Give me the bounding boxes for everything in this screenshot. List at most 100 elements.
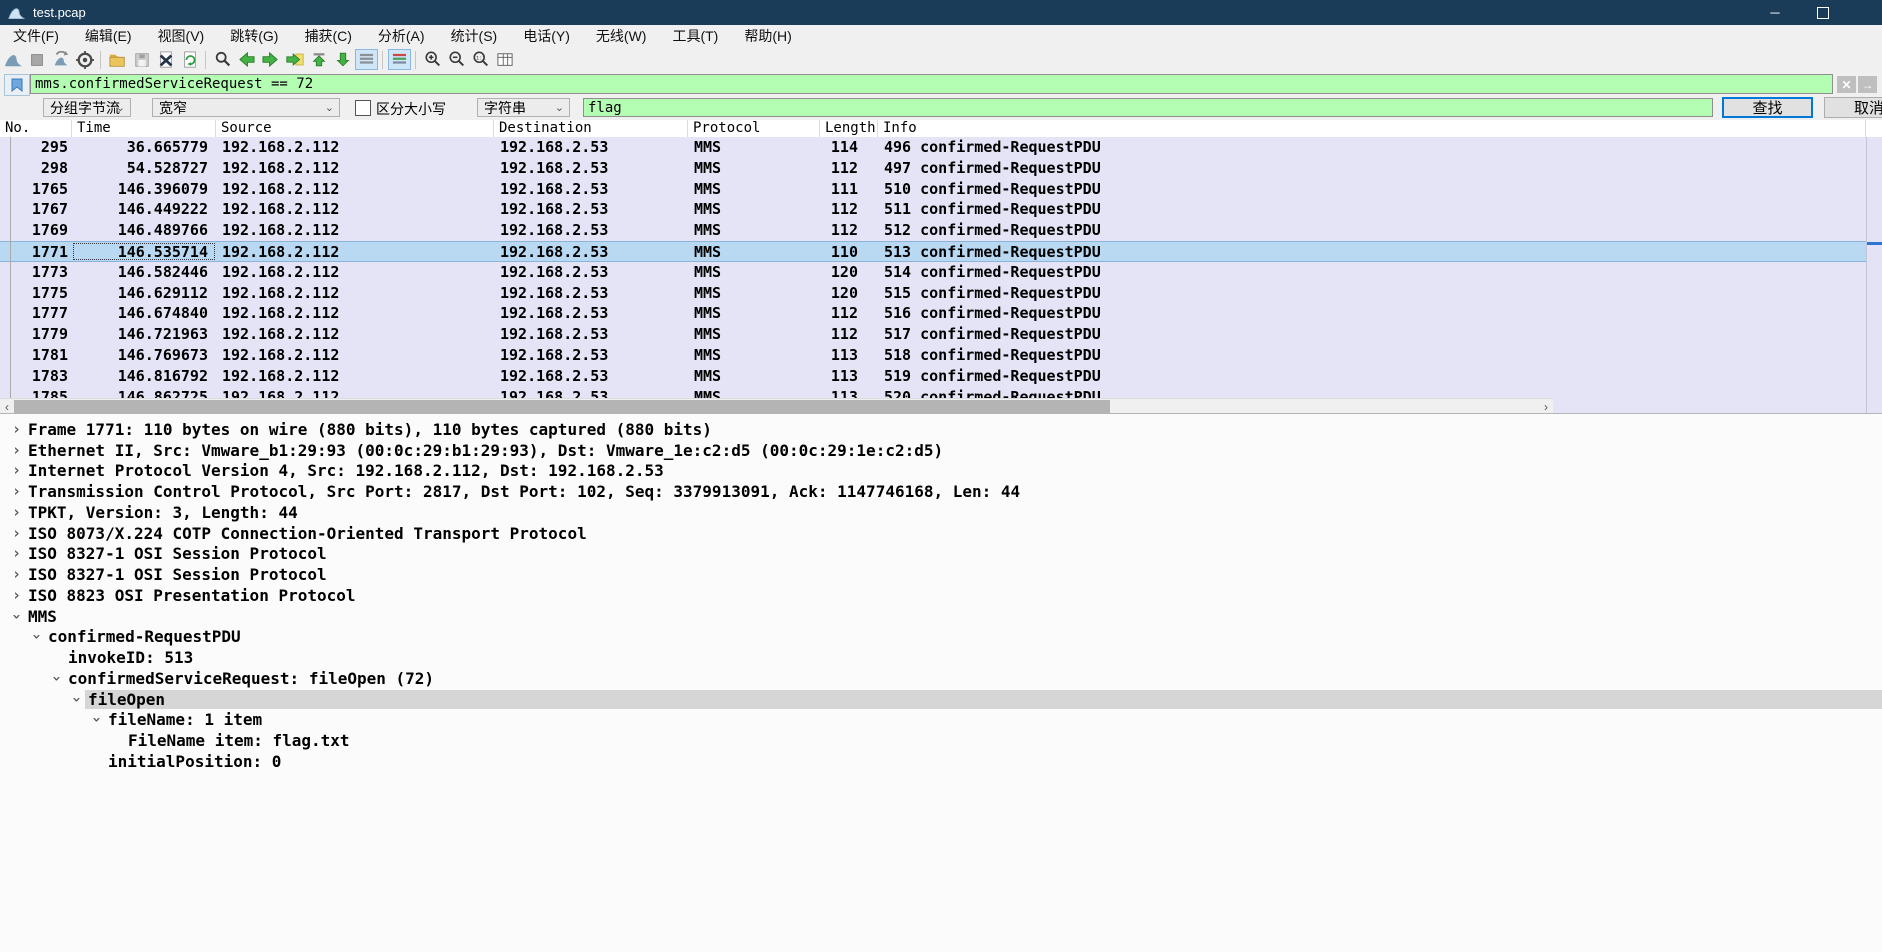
zoom-reset-icon[interactable]: 1:1 [469, 49, 492, 70]
auto-scroll-toggle-icon[interactable] [355, 49, 378, 70]
expander-icon[interactable]: › [8, 526, 25, 541]
table-row[interactable]: 1775 146.629112 192.168.2.112 192.168.2.… [0, 283, 1866, 304]
detail-line[interactable]: › Internet Protocol Version 4, Src: 192.… [0, 461, 1882, 482]
detail-line[interactable]: › fileOpen [0, 689, 1882, 710]
detail-line[interactable]: › TPKT, Version: 3, Length: 44 [0, 502, 1882, 523]
table-row[interactable]: 298 54.528727 192.168.2.112 192.168.2.53… [0, 158, 1866, 179]
scroll-left-icon[interactable]: ‹ [0, 399, 14, 414]
horizontal-scrollbar[interactable]: ‹ › [0, 398, 1553, 414]
menu-item[interactable]: 电话(Y) [510, 24, 583, 48]
expander-icon[interactable]: › [89, 711, 104, 728]
expander-icon[interactable]: › [49, 670, 64, 687]
stop-capture-icon[interactable] [25, 49, 48, 70]
colorize-toggle-icon[interactable] [388, 49, 411, 70]
table-row[interactable]: 1773 146.582446 192.168.2.112 192.168.2.… [0, 262, 1866, 283]
expander-icon[interactable]: › [8, 567, 25, 582]
menu-item[interactable]: 文件(F) [0, 24, 72, 48]
detail-line[interactable]: › fileName: 1 item [0, 710, 1882, 731]
expander-icon[interactable]: › [29, 628, 44, 645]
detail-line[interactable]: › ISO 8073/X.224 COTP Connection-Oriente… [0, 523, 1882, 544]
table-row[interactable]: 1779 146.721963 192.168.2.112 192.168.2.… [0, 324, 1866, 345]
go-next-packet-icon[interactable] [259, 49, 282, 70]
table-row[interactable]: 1769 146.489766 192.168.2.112 192.168.2.… [0, 220, 1866, 241]
column-header[interactable]: Info [878, 120, 1866, 137]
display-filter-input[interactable] [30, 74, 1833, 94]
column-header[interactable]: Destination [494, 120, 688, 137]
search-type-select[interactable]: 字符串⌄ [477, 98, 570, 117]
menu-item[interactable]: 分析(A) [365, 24, 438, 48]
column-header[interactable]: Length [820, 120, 878, 137]
table-row[interactable]: 1785 146.862725 192.168.2.112 192.168.2.… [0, 387, 1866, 398]
resize-columns-icon[interactable] [493, 49, 516, 70]
menu-item[interactable]: 无线(W) [583, 24, 660, 48]
restart-capture-icon[interactable] [49, 49, 72, 70]
packet-minimap-scrollbar[interactable] [1866, 137, 1882, 413]
column-header[interactable]: No. [0, 120, 72, 137]
scrollbar-thumb[interactable] [14, 400, 1110, 413]
filter-apply-button[interactable]: → [1858, 76, 1877, 93]
maximize-button[interactable] [1800, 0, 1846, 25]
filter-clear-button[interactable]: ✕ [1837, 76, 1856, 93]
case-sensitive-checkbox[interactable] [355, 100, 371, 116]
filter-bookmark-button[interactable] [4, 74, 30, 96]
go-previous-packet-icon[interactable] [235, 49, 258, 70]
go-to-packet-icon[interactable] [283, 49, 306, 70]
close-file-icon[interactable] [154, 49, 177, 70]
zoom-in-icon[interactable] [421, 49, 444, 70]
detail-line[interactable]: › ISO 8823 OSI Presentation Protocol [0, 585, 1882, 606]
search-input[interactable] [583, 98, 1713, 117]
detail-line[interactable]: › ISO 8327-1 OSI Session Protocol [0, 564, 1882, 585]
expander-icon[interactable]: › [8, 422, 25, 437]
scroll-right-icon[interactable]: › [1539, 399, 1553, 414]
expander-icon[interactable]: › [8, 484, 25, 499]
detail-line[interactable]: › invokeID: 513 [0, 647, 1882, 668]
menu-item[interactable]: 帮助(H) [731, 24, 804, 48]
menu-item[interactable]: 视图(V) [145, 24, 218, 48]
cancel-button[interactable]: 取消 [1824, 97, 1882, 118]
detail-line[interactable]: › Ethernet II, Src: Vmware_b1:29:93 (00:… [0, 440, 1882, 461]
menu-item[interactable]: 跳转(G) [217, 24, 291, 48]
search-charset-select[interactable]: 宽窄⌄ [152, 98, 340, 117]
capture-options-icon[interactable] [73, 49, 96, 70]
detail-line[interactable]: › MMS [0, 606, 1882, 627]
detail-line[interactable]: › Frame 1771: 110 bytes on wire (880 bit… [0, 419, 1882, 440]
detail-line[interactable]: › FileName item: flag.txt [0, 730, 1882, 751]
start-capture-icon[interactable] [1, 49, 24, 70]
table-row[interactable]: 1771 146.535714 192.168.2.112 192.168.2.… [0, 241, 1866, 262]
table-row[interactable]: 1765 146.396079 192.168.2.112 192.168.2.… [0, 179, 1866, 200]
menu-item[interactable]: 工具(T) [659, 24, 731, 48]
detail-line[interactable]: › confirmed-RequestPDU [0, 627, 1882, 648]
reload-file-icon[interactable] [178, 49, 201, 70]
table-row[interactable]: 1783 146.816792 192.168.2.112 192.168.2.… [0, 366, 1866, 387]
detail-line[interactable]: › initialPosition: 0 [0, 751, 1882, 772]
find-packet-icon[interactable] [211, 49, 234, 70]
go-first-packet-icon[interactable] [307, 49, 330, 70]
column-header[interactable]: Time [72, 120, 216, 137]
expander-icon[interactable]: › [8, 443, 25, 458]
column-header[interactable]: Protocol [688, 120, 820, 137]
go-last-packet-icon[interactable] [331, 49, 354, 70]
menu-item[interactable]: 统计(S) [438, 24, 511, 48]
minimize-button[interactable]: ─ [1752, 0, 1798, 25]
find-button[interactable]: 查找 [1722, 97, 1813, 118]
table-row[interactable]: 295 36.665779 192.168.2.112 192.168.2.53… [0, 137, 1866, 158]
detail-line[interactable]: › Transmission Control Protocol, Src Por… [0, 481, 1882, 502]
expander-icon[interactable]: › [9, 608, 24, 625]
expander-icon[interactable]: › [8, 505, 25, 520]
table-row[interactable]: 1767 146.449222 192.168.2.112 192.168.2.… [0, 199, 1866, 220]
expander-icon[interactable]: › [8, 588, 25, 603]
menu-item[interactable]: 捕获(C) [291, 24, 364, 48]
expander-icon[interactable]: › [8, 546, 25, 561]
save-file-icon[interactable] [130, 49, 153, 70]
expander-icon[interactable]: › [8, 463, 25, 478]
open-file-icon[interactable] [106, 49, 129, 70]
zoom-out-icon[interactable] [445, 49, 468, 70]
detail-line[interactable]: › confirmedServiceRequest: fileOpen (72) [0, 668, 1882, 689]
detail-line[interactable]: › ISO 8327-1 OSI Session Protocol [0, 544, 1882, 565]
table-row[interactable]: 1777 146.674840 192.168.2.112 192.168.2.… [0, 303, 1866, 324]
table-row[interactable]: 1781 146.769673 192.168.2.112 192.168.2.… [0, 345, 1866, 366]
column-header[interactable]: Source [216, 120, 494, 137]
expander-icon[interactable]: › [69, 691, 84, 708]
search-scope-select[interactable]: 分组字节流⌄ [43, 98, 131, 117]
menu-item[interactable]: 编辑(E) [72, 24, 145, 48]
